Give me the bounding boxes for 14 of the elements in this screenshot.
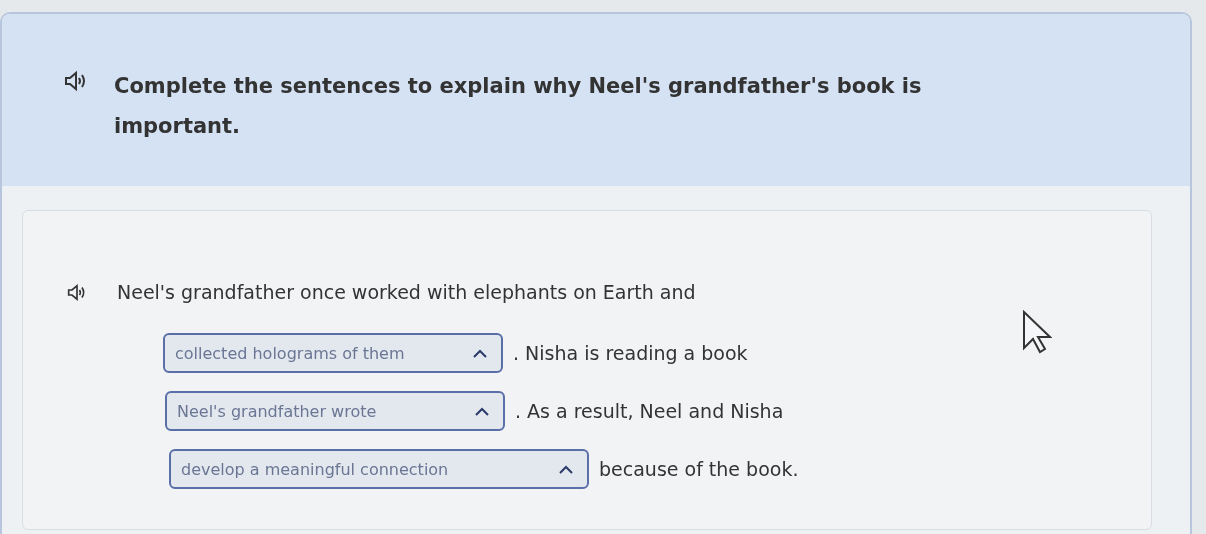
cursor-icon (1022, 310, 1052, 354)
sentence-text: because of the book. (599, 458, 799, 480)
sentence-text: . As a result, Neel and Nisha (515, 400, 784, 422)
answer-dropdown[interactable]: Neel's grandfather wrote (165, 391, 505, 431)
speaker-icon[interactable] (67, 282, 87, 302)
sentence-text: Neel's grandfather once worked with elephants on Earth and (117, 281, 696, 303)
answer-dropdown[interactable]: develop a meaningful connection (169, 449, 589, 489)
question-text: Complete the sentences to explain why Neel's grandfather's book is important. (114, 73, 923, 140)
caret-icon (559, 464, 573, 474)
answer-dropdown[interactable]: collected holograms of them (163, 333, 503, 373)
sentence-text: . Nisha is reading a book (513, 342, 748, 364)
speaker-icon[interactable] (64, 70, 88, 92)
caret-icon (473, 348, 487, 358)
caret-icon (475, 406, 489, 416)
